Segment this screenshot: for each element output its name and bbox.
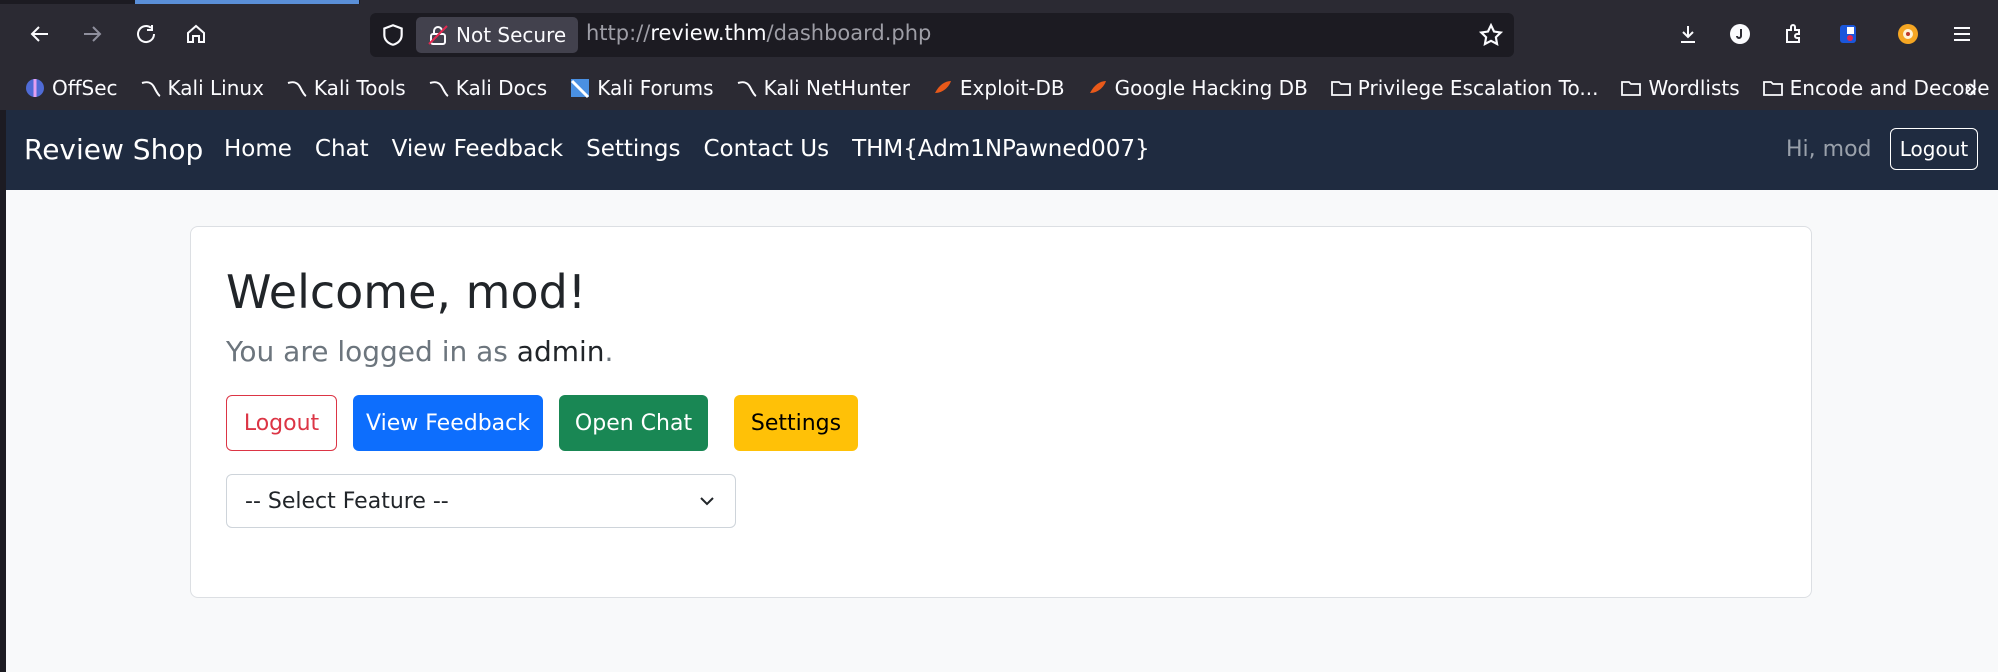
user-greeting: Hi, mod <box>1786 137 1872 162</box>
nav-link-flag[interactable]: THM{Adm1NPawned007} <box>852 136 1150 162</box>
kali-dragon-icon <box>286 77 308 99</box>
login-role: admin <box>516 335 605 368</box>
wappalyzer-icon[interactable] <box>1890 16 1926 52</box>
bookmark-folder-encode-decode[interactable]: Encode and Decode <box>1762 76 1990 100</box>
home-icon[interactable] <box>178 16 214 52</box>
view-feedback-button[interactable]: View Feedback <box>353 395 543 451</box>
chevron-down-icon <box>700 497 714 506</box>
nav-link-chat[interactable]: Chat <box>315 136 369 162</box>
folder-icon <box>1762 77 1784 99</box>
bookmark-offsec[interactable]: OffSec <box>24 76 118 100</box>
bookmark-label: Kali Tools <box>313 76 406 100</box>
kali-dragon-icon <box>428 77 450 99</box>
feature-select[interactable]: -- Select Feature -- <box>226 474 736 528</box>
bookmark-kali-tools[interactable]: Kali Tools <box>286 76 406 100</box>
bookmark-label: Encode and Decode <box>1789 76 1990 100</box>
nav-link-settings[interactable]: Settings <box>586 136 680 162</box>
offsec-icon <box>24 77 46 99</box>
bookmark-exploit-db[interactable]: Exploit-DB <box>932 76 1065 100</box>
bookmark-label: Kali Forums <box>597 76 714 100</box>
insecure-lock-icon <box>428 25 448 45</box>
extensions-icon[interactable] <box>1776 16 1812 52</box>
reload-icon[interactable] <box>128 16 164 52</box>
bookmark-label: Wordlists <box>1648 76 1740 100</box>
url-text[interactable]: http://review.thm/dashboard.php <box>586 21 931 45</box>
navbar-brand[interactable]: Review Shop <box>24 133 203 166</box>
bookmark-kali-nethunter[interactable]: Kali NetHunter <box>736 76 910 100</box>
not-secure-label: Not Secure <box>456 23 567 47</box>
bookmark-kali-docs[interactable]: Kali Docs <box>428 76 548 100</box>
bookmark-star-icon[interactable] <box>1478 22 1504 48</box>
navbar-logout-button[interactable]: Logout <box>1890 128 1978 170</box>
bookmark-folder-privesc[interactable]: Privilege Escalation To... <box>1330 76 1599 100</box>
shield-icon[interactable] <box>380 22 406 48</box>
bookmark-label: Privilege Escalation To... <box>1357 76 1599 100</box>
bookmark-google-hacking-db[interactable]: Google Hacking DB <box>1087 76 1308 100</box>
kali-dragon-icon <box>736 77 758 99</box>
folder-icon <box>1330 77 1352 99</box>
site-navbar: Review Shop Home Chat View Feedback Sett… <box>6 110 1998 190</box>
download-icon[interactable] <box>1670 16 1706 52</box>
url-path: /dashboard.php <box>766 21 932 45</box>
account-icon[interactable] <box>1722 16 1758 52</box>
nav-link-home[interactable]: Home <box>224 136 292 162</box>
not-secure-badge[interactable]: Not Secure <box>416 17 579 53</box>
exploit-db-icon <box>1087 77 1109 99</box>
url-scheme: http:// <box>586 21 651 45</box>
nav-link-view-feedback[interactable]: View Feedback <box>392 136 563 162</box>
dashboard-card: Welcome, mod! You are logged in as admin… <box>190 226 1812 598</box>
url-host: review.thm <box>650 21 767 45</box>
login-status-text: You are logged in as admin. <box>226 335 613 368</box>
feature-select-value: -- Select Feature -- <box>245 488 449 514</box>
bookmark-label: Exploit-DB <box>959 76 1065 100</box>
page-viewport: Review Shop Home Chat View Feedback Sett… <box>6 110 1998 672</box>
back-arrow-icon[interactable] <box>22 16 58 52</box>
bookmark-label: Kali Linux <box>167 76 264 100</box>
nav-link-contact-us[interactable]: Contact Us <box>703 136 829 162</box>
forward-arrow-icon[interactable] <box>74 16 110 52</box>
menu-icon[interactable] <box>1944 16 1980 52</box>
navbar-links: Home Chat View Feedback Settings Contact… <box>224 136 1173 162</box>
kali-dragon-icon <box>140 77 162 99</box>
folder-icon <box>1620 77 1642 99</box>
bookmark-kali-linux[interactable]: Kali Linux <box>140 76 264 100</box>
logout-button[interactable]: Logout <box>226 395 337 451</box>
bookmark-label: Kali NetHunter <box>763 76 910 100</box>
bookmark-label: Kali Docs <box>455 76 548 100</box>
foxyproxy-icon[interactable] <box>1830 16 1866 52</box>
browser-toolbar: Not Secure http://review.thm/dashboard.p… <box>0 4 1998 66</box>
login-status-suffix: . <box>604 335 614 368</box>
page-title: Welcome, mod! <box>226 265 587 319</box>
settings-button[interactable]: Settings <box>734 395 858 451</box>
bookmark-label: Google Hacking DB <box>1114 76 1308 100</box>
bookmarks-bar: OffSec Kali Linux Kali Tools Kali Docs K… <box>0 66 1998 110</box>
exploit-db-icon <box>932 77 954 99</box>
login-status-prefix: You are logged in as <box>226 335 517 368</box>
bookmark-folder-wordlists[interactable]: Wordlists <box>1620 76 1740 100</box>
url-bar[interactable]: Not Secure http://review.thm/dashboard.p… <box>370 13 1514 57</box>
bookmark-kali-forums[interactable]: Kali Forums <box>569 76 714 100</box>
bookmark-label: OffSec <box>52 76 118 100</box>
chevron-double-right-icon[interactable]: » <box>1963 74 1978 102</box>
kali-forums-icon <box>569 77 591 99</box>
open-chat-button[interactable]: Open Chat <box>559 395 708 451</box>
